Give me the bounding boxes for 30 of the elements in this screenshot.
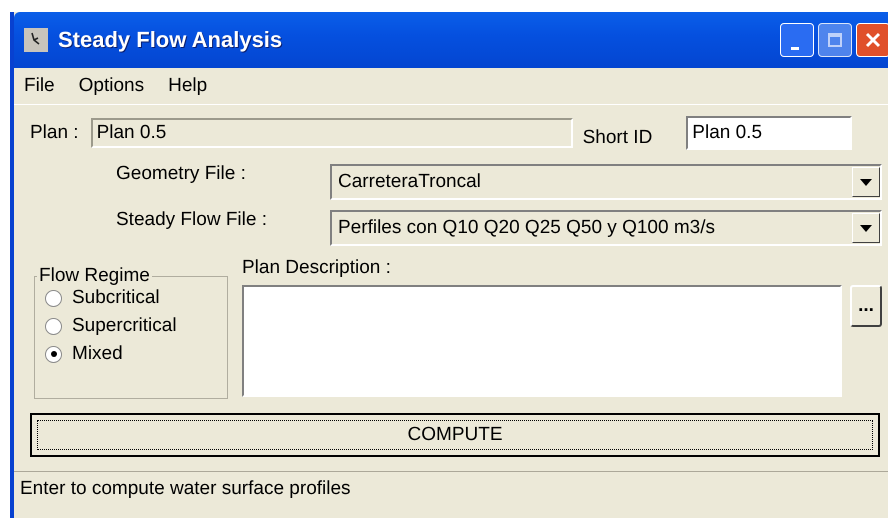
window-title: Steady Flow Analysis bbox=[58, 27, 284, 53]
group-title: Flow Regime bbox=[38, 265, 151, 287]
radio-option[interactable]: Supercritical bbox=[45, 315, 227, 337]
close-button[interactable] bbox=[856, 23, 888, 57]
short-id-field[interactable]: Plan 0.5 bbox=[686, 116, 852, 150]
dropdown-arrow-icon bbox=[860, 178, 872, 186]
radio-option[interactable]: Mixed bbox=[45, 343, 227, 365]
geometry-file-label: Geometry File : bbox=[115, 163, 247, 185]
short-id-label: Short ID bbox=[582, 127, 652, 149]
browse-button[interactable]: ... bbox=[850, 285, 882, 327]
steady-flow-file-dropdown[interactable]: Perfiles con Q10 Q20 Q25 Q50 y Q100 m3/s bbox=[330, 210, 882, 246]
steady-flow-file-label: Steady Flow File : bbox=[115, 209, 268, 231]
radio-option[interactable]: Subcritical bbox=[45, 287, 227, 309]
plan-field: Plan 0.5 bbox=[90, 118, 573, 148]
minimize-button[interactable] bbox=[780, 23, 814, 57]
plan-description-field[interactable] bbox=[242, 285, 842, 397]
app-icon bbox=[24, 28, 48, 52]
menu-item[interactable]: Help bbox=[168, 75, 208, 97]
geometry-file-dropdown[interactable]: CarreteraTroncal bbox=[330, 164, 882, 200]
menu-item[interactable]: File bbox=[24, 75, 55, 97]
menu-item[interactable]: Options bbox=[78, 75, 144, 97]
plan-label: Plan : bbox=[30, 122, 79, 144]
plan-description-label: Plan Description : bbox=[242, 257, 392, 280]
compute-button[interactable]: COMPUTE bbox=[30, 413, 880, 457]
minimize-icon bbox=[791, 46, 799, 50]
dropdown-arrow-icon bbox=[860, 224, 872, 232]
close-icon bbox=[864, 31, 882, 49]
maximize-icon bbox=[827, 32, 843, 48]
status-bar: Enter to compute water surface profiles bbox=[14, 471, 888, 506]
maximize-button[interactable] bbox=[818, 23, 852, 57]
